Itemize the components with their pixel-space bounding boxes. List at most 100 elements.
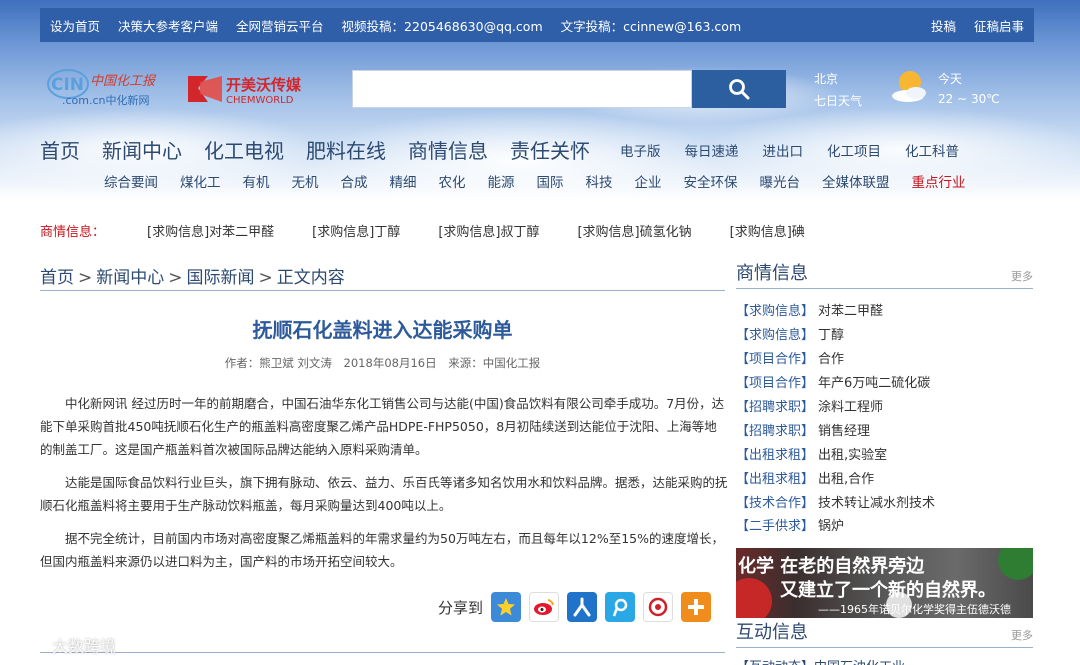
list-item[interactable]: 【项目合作】 年产6万吨二硫化碳 xyxy=(736,370,1033,394)
ticker-item[interactable]: [求购信息]对苯二甲醛 xyxy=(147,221,274,240)
search-button[interactable] xyxy=(692,70,786,108)
tencent-weibo-share-icon[interactable] xyxy=(605,592,636,622)
nav-item-chem-projects[interactable]: 化工项目 xyxy=(827,140,881,160)
list-item[interactable]: 【二手供求】 锅炉 xyxy=(736,513,1033,537)
banner-quote-attribution: ——1965年诺贝尔化学奖得主伍德沃德 xyxy=(818,603,1011,616)
nav-item-daily-express[interactable]: 每日速递 xyxy=(685,140,739,160)
nav-item-news-center[interactable]: 新闻中心 xyxy=(102,135,182,164)
list-item[interactable]: 【招聘求职】 销售经理 xyxy=(736,417,1033,441)
sidebar-interactive-first-item[interactable]: 【互动动态】中国石油化工业 xyxy=(736,656,905,665)
category-nav: 综合要闻 煤化工 有机 无机 合成 精细 农化 能源 国际 科技 企业 安全环保… xyxy=(104,170,966,192)
watermark: 大数跨境 xyxy=(8,630,116,660)
ticker-item[interactable]: [求购信息]碘 xyxy=(730,221,805,240)
nav-item-chem-science[interactable]: 化工科普 xyxy=(905,140,959,160)
ticker-item[interactable]: [求购信息]丁醇 xyxy=(312,221,400,240)
nav-item-responsible-care[interactable]: 责任关怀 xyxy=(510,135,590,164)
category-item[interactable]: 精细 xyxy=(390,171,417,191)
svg-text:开美沃传媒: 开美沃传媒 xyxy=(226,76,302,94)
chemworld-logo[interactable]: 开美沃传媒 CHEMWORLD xyxy=(186,72,320,106)
netease-share-icon[interactable] xyxy=(643,592,674,622)
seven-day-weather-link[interactable]: 七日天气 xyxy=(814,92,862,109)
list-item-text: 技术转让减水剂技术 xyxy=(818,495,936,511)
category-item[interactable]: 科技 xyxy=(586,171,613,191)
text-submission-email[interactable]: 文字投稿：ccinnew@163.com xyxy=(561,16,742,35)
breadcrumb-separator: > xyxy=(258,268,273,288)
category-item[interactable]: 合成 xyxy=(341,171,368,191)
article-source: 来源：中国化工报 xyxy=(448,356,541,370)
list-item[interactable]: 【出租求租】 出租,合作 xyxy=(736,465,1033,489)
list-item-text: 锅炉 xyxy=(818,519,845,535)
list-item-tag: 【招聘求职】 xyxy=(736,400,815,415)
category-item[interactable]: 综合要闻 xyxy=(104,171,158,191)
list-item-tag: 【出租求租】 xyxy=(736,447,815,463)
nav-item-market-info[interactable]: 商情信息 xyxy=(408,135,488,164)
ticker-item[interactable]: [求购信息]硫氢化钠 xyxy=(577,221,691,240)
sidebar-market-more-link[interactable]: 更多 xyxy=(1011,268,1033,288)
nav-item-home[interactable]: 首页 xyxy=(40,135,80,164)
sidebar-market-header: 商情信息 更多 xyxy=(736,263,1033,289)
submit-link[interactable]: 投稿 xyxy=(931,16,956,35)
breadcrumb-home[interactable]: 首页 xyxy=(40,268,74,288)
category-item[interactable]: 煤化工 xyxy=(180,171,221,191)
watermark-logo-icon xyxy=(10,638,47,654)
list-item-text: 合作 xyxy=(818,352,845,368)
nav-item-chem-tv[interactable]: 化工电视 xyxy=(204,135,284,164)
list-item[interactable]: 【求购信息】 丁醇 xyxy=(736,322,1033,346)
category-item[interactable]: 企业 xyxy=(635,171,662,191)
list-item[interactable]: 【技术合作】 技术转让减水剂技术 xyxy=(736,489,1033,513)
renren-share-icon[interactable] xyxy=(567,592,598,622)
list-item-text: 销售经理 xyxy=(818,423,871,439)
category-item[interactable]: 安全环保 xyxy=(684,171,738,191)
sidebar-interactive-title: 互动信息 xyxy=(736,622,808,643)
sidebar-interactive-more-link[interactable]: 更多 xyxy=(1011,627,1033,647)
list-item[interactable]: 【项目合作】 合作 xyxy=(736,346,1033,370)
top-bar: 设为首页 决策大参考客户端 全网营销云平台 视频投稿：2205468630@qq… xyxy=(40,8,1034,42)
sidebar-interactive-header: 互动信息 更多 xyxy=(736,622,1033,648)
nav-item-fertilizer-online[interactable]: 肥料在线 xyxy=(306,135,386,164)
article-title: 抚顺石化盖料进入达能采购单 xyxy=(252,318,513,342)
category-item[interactable]: 能源 xyxy=(488,171,515,191)
secondary-nav: 电子版 每日速递 进出口 化工项目 化工科普 xyxy=(620,140,983,160)
list-item-tag: 【求购信息】 xyxy=(736,328,815,344)
marketing-platform-link[interactable]: 全网营销云平台 xyxy=(236,16,324,35)
list-item-tag: 【求购信息】 xyxy=(736,304,815,320)
market-info-ticker: 商情信息： [求购信息]对苯二甲醛 [求购信息]丁醇 [求购信息]叔丁醇 [求购… xyxy=(40,220,843,240)
chemistry-quote-banner[interactable]: 化学 在老的自然界旁边 又建立了一个新的自然界。 ——1965年诺贝尔化学奖得主… xyxy=(736,548,1033,618)
qzone-share-icon[interactable] xyxy=(491,592,522,622)
ticker-item[interactable]: [求购信息]叔丁醇 xyxy=(438,221,539,240)
molecule-ball-graphic xyxy=(998,548,1033,580)
category-item-key-industries[interactable]: 重点行业 xyxy=(912,171,966,191)
nav-item-e-edition[interactable]: 电子版 xyxy=(620,140,661,160)
weibo-share-icon[interactable] xyxy=(529,592,560,622)
breadcrumb-separator: > xyxy=(78,268,93,288)
sidebar-market-title: 商情信息 xyxy=(736,263,808,284)
category-item[interactable]: 曝光台 xyxy=(760,171,801,191)
category-item[interactable]: 国际 xyxy=(537,171,564,191)
article-body: 中化新网讯 经过历时一年的前期磨合，中国石油华东化工销售公司与达能(中国)食品饮… xyxy=(40,392,728,583)
category-item[interactable]: 全媒体联盟 xyxy=(822,171,890,191)
breadcrumb-news-center[interactable]: 新闻中心 xyxy=(96,268,164,288)
nav-item-import-export[interactable]: 进出口 xyxy=(763,140,804,160)
category-item[interactable]: 农化 xyxy=(439,171,466,191)
more-share-icon[interactable] xyxy=(681,592,712,622)
call-for-papers-link[interactable]: 征稿启事 xyxy=(974,16,1024,35)
list-item[interactable]: 【招聘求职】 涂料工程师 xyxy=(736,394,1033,418)
ccin-logo[interactable]: CIN 中国化工报 .com.cn中化新网 xyxy=(46,66,158,108)
category-item[interactable]: 有机 xyxy=(243,171,270,191)
list-item-tag: 【项目合作】 xyxy=(736,376,815,392)
video-submission-email[interactable]: 视频投稿：2205468630@qq.com xyxy=(342,16,543,35)
set-homepage-link[interactable]: 设为首页 xyxy=(50,16,100,35)
svg-text:CHEMWORLD: CHEMWORLD xyxy=(226,95,294,106)
list-item[interactable]: 【求购信息】 对苯二甲醛 xyxy=(736,298,1033,322)
list-item-tag: 【项目合作】 xyxy=(736,352,815,368)
main-nav: 首页 新闻中心 化工电视 肥料在线 商情信息 责任关怀 xyxy=(40,134,612,164)
list-item-tag: 【二手供求】 xyxy=(736,519,815,535)
breadcrumb-international-news[interactable]: 国际新闻 xyxy=(187,268,255,288)
search-input[interactable] xyxy=(352,70,692,108)
client-download-link[interactable]: 决策大参考客户端 xyxy=(118,16,218,35)
category-item[interactable]: 无机 xyxy=(292,171,319,191)
list-item-text: 出租,合作 xyxy=(818,471,875,487)
weather-temperature: 22 ~ 30℃ xyxy=(938,92,1000,106)
list-item[interactable]: 【出租求租】 出租,实验室 xyxy=(736,441,1033,465)
breadcrumb-divider xyxy=(40,290,725,291)
